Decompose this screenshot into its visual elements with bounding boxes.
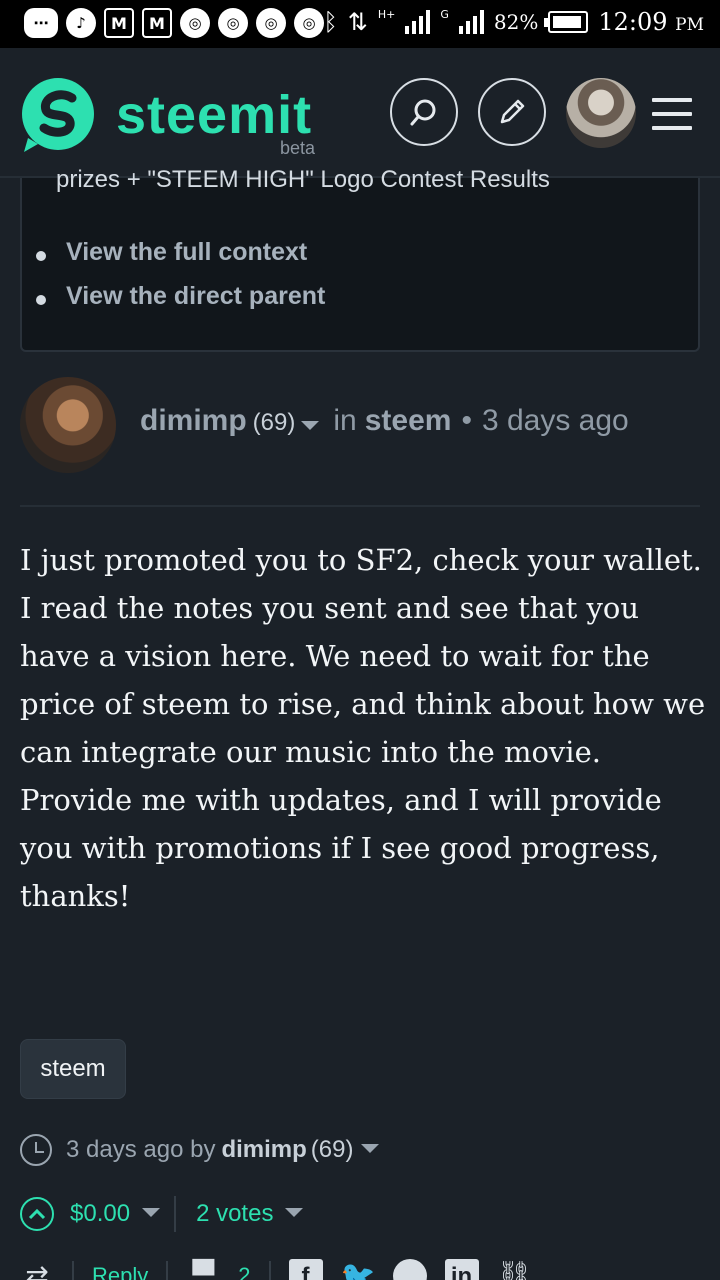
system-indicators: ᛒ ⇅ H+ G 82% 12:09 PM: [323, 8, 704, 36]
vote-row: $0.00 2 votes: [20, 1196, 317, 1232]
payout-value[interactable]: $0.00: [70, 1200, 130, 1228]
meta-reputation: (69): [310, 1136, 354, 1163]
network-type-2: G: [440, 8, 449, 21]
tag-steem[interactable]: steem: [20, 1039, 126, 1099]
action-row: ⇄ Reply ▀ 2 f 🐦 in ⛓: [20, 1256, 533, 1280]
notification-icons: ⋯ ♪ M M ◎ ◎ ◎ ◎: [24, 8, 324, 38]
comment-icon[interactable]: ▀: [186, 1261, 220, 1280]
chrome-icon: ◎: [256, 8, 286, 38]
meta-prefix: 3 days ago by: [66, 1136, 216, 1163]
logo-text[interactable]: steemit: [116, 84, 312, 146]
gmail-icon: M: [104, 8, 134, 38]
in-label: in: [333, 404, 357, 437]
bluetooth-icon: ᛒ: [323, 8, 338, 36]
votes-count[interactable]: 2 votes: [196, 1200, 273, 1228]
post-body: I just promoted you to SF2, check your w…: [20, 543, 706, 913]
context-links: View the full context View the direct pa…: [35, 238, 325, 326]
app-header: steemit beta: [0, 48, 720, 178]
chevron-down-icon[interactable]: [142, 1207, 161, 1217]
clock-icon: [20, 1134, 52, 1166]
chevron-down-icon[interactable]: [285, 1207, 304, 1217]
network-type: H+: [377, 8, 396, 21]
more-icon: ⋯: [24, 8, 58, 38]
gmail-icon: M: [142, 8, 172, 38]
steemit-logo-icon[interactable]: [20, 76, 96, 152]
divider: [268, 1261, 271, 1280]
view-direct-parent-link[interactable]: View the direct parent: [35, 282, 325, 326]
view-full-context-link[interactable]: View the full context: [35, 238, 325, 282]
submit-post-button[interactable]: [478, 78, 546, 146]
reply-link[interactable]: Reply: [92, 1263, 148, 1280]
hamburger-menu-icon[interactable]: [652, 98, 692, 140]
user-avatar[interactable]: [566, 78, 636, 148]
chrome-icon: ◎: [294, 8, 324, 38]
context-box: prizes + "STEEM HIGH" Logo Contest Resul…: [20, 166, 700, 352]
category-link[interactable]: steem: [365, 404, 452, 438]
divider: [174, 1196, 177, 1232]
bullet-separator: •: [461, 404, 472, 437]
divider: [20, 505, 700, 507]
linkedin-icon[interactable]: in: [444, 1259, 479, 1280]
comment-count[interactable]: 2: [238, 1263, 250, 1280]
tiktok-icon: ♪: [66, 8, 96, 38]
meta-author-link[interactable]: dimimp: [221, 1136, 306, 1164]
author-reputation: (69): [252, 409, 296, 436]
upvote-button[interactable]: [20, 1197, 54, 1231]
post-meta: 3 days ago by dimimp (69): [20, 1134, 393, 1166]
post-age[interactable]: 3 days ago: [482, 404, 629, 438]
divider: [166, 1261, 169, 1280]
data-arrows-icon: ⇅: [347, 8, 368, 36]
chevron-down-icon[interactable]: [301, 421, 320, 430]
twitter-icon[interactable]: 🐦: [341, 1261, 376, 1280]
logo-beta-label: beta: [280, 138, 316, 158]
chrome-icon: ◎: [180, 8, 210, 38]
facebook-icon[interactable]: f: [288, 1259, 323, 1280]
pencil-icon: [500, 99, 525, 124]
chevron-up-icon: [28, 1208, 46, 1220]
chrome-icon: ◎: [218, 8, 248, 38]
post-author-line: dimimp (69) in steem • 3 days ago: [140, 404, 629, 438]
author-avatar[interactable]: [20, 377, 116, 473]
status-bar: ⋯ ♪ M M ◎ ◎ ◎ ◎ ᛒ ⇅ H+ G 82% 12:09 PM: [0, 0, 720, 48]
signal-icon: [458, 10, 484, 34]
search-button[interactable]: [390, 78, 458, 146]
link-icon[interactable]: ⛓: [497, 1261, 533, 1280]
clock-time: 12:09 PM: [598, 8, 704, 36]
battery-percent: 82%: [493, 10, 539, 34]
battery-icon: [544, 11, 589, 33]
reddit-icon[interactable]: [392, 1259, 427, 1280]
author-name-link[interactable]: dimimp: [140, 404, 247, 438]
resteem-icon[interactable]: ⇄: [20, 1261, 54, 1280]
divider: [72, 1261, 74, 1280]
chevron-down-icon[interactable]: [361, 1143, 380, 1153]
search-icon: [410, 99, 436, 126]
signal-icon: [405, 10, 431, 34]
parent-post-title[interactable]: prizes + "STEEM HIGH" Logo Contest Resul…: [56, 166, 550, 194]
